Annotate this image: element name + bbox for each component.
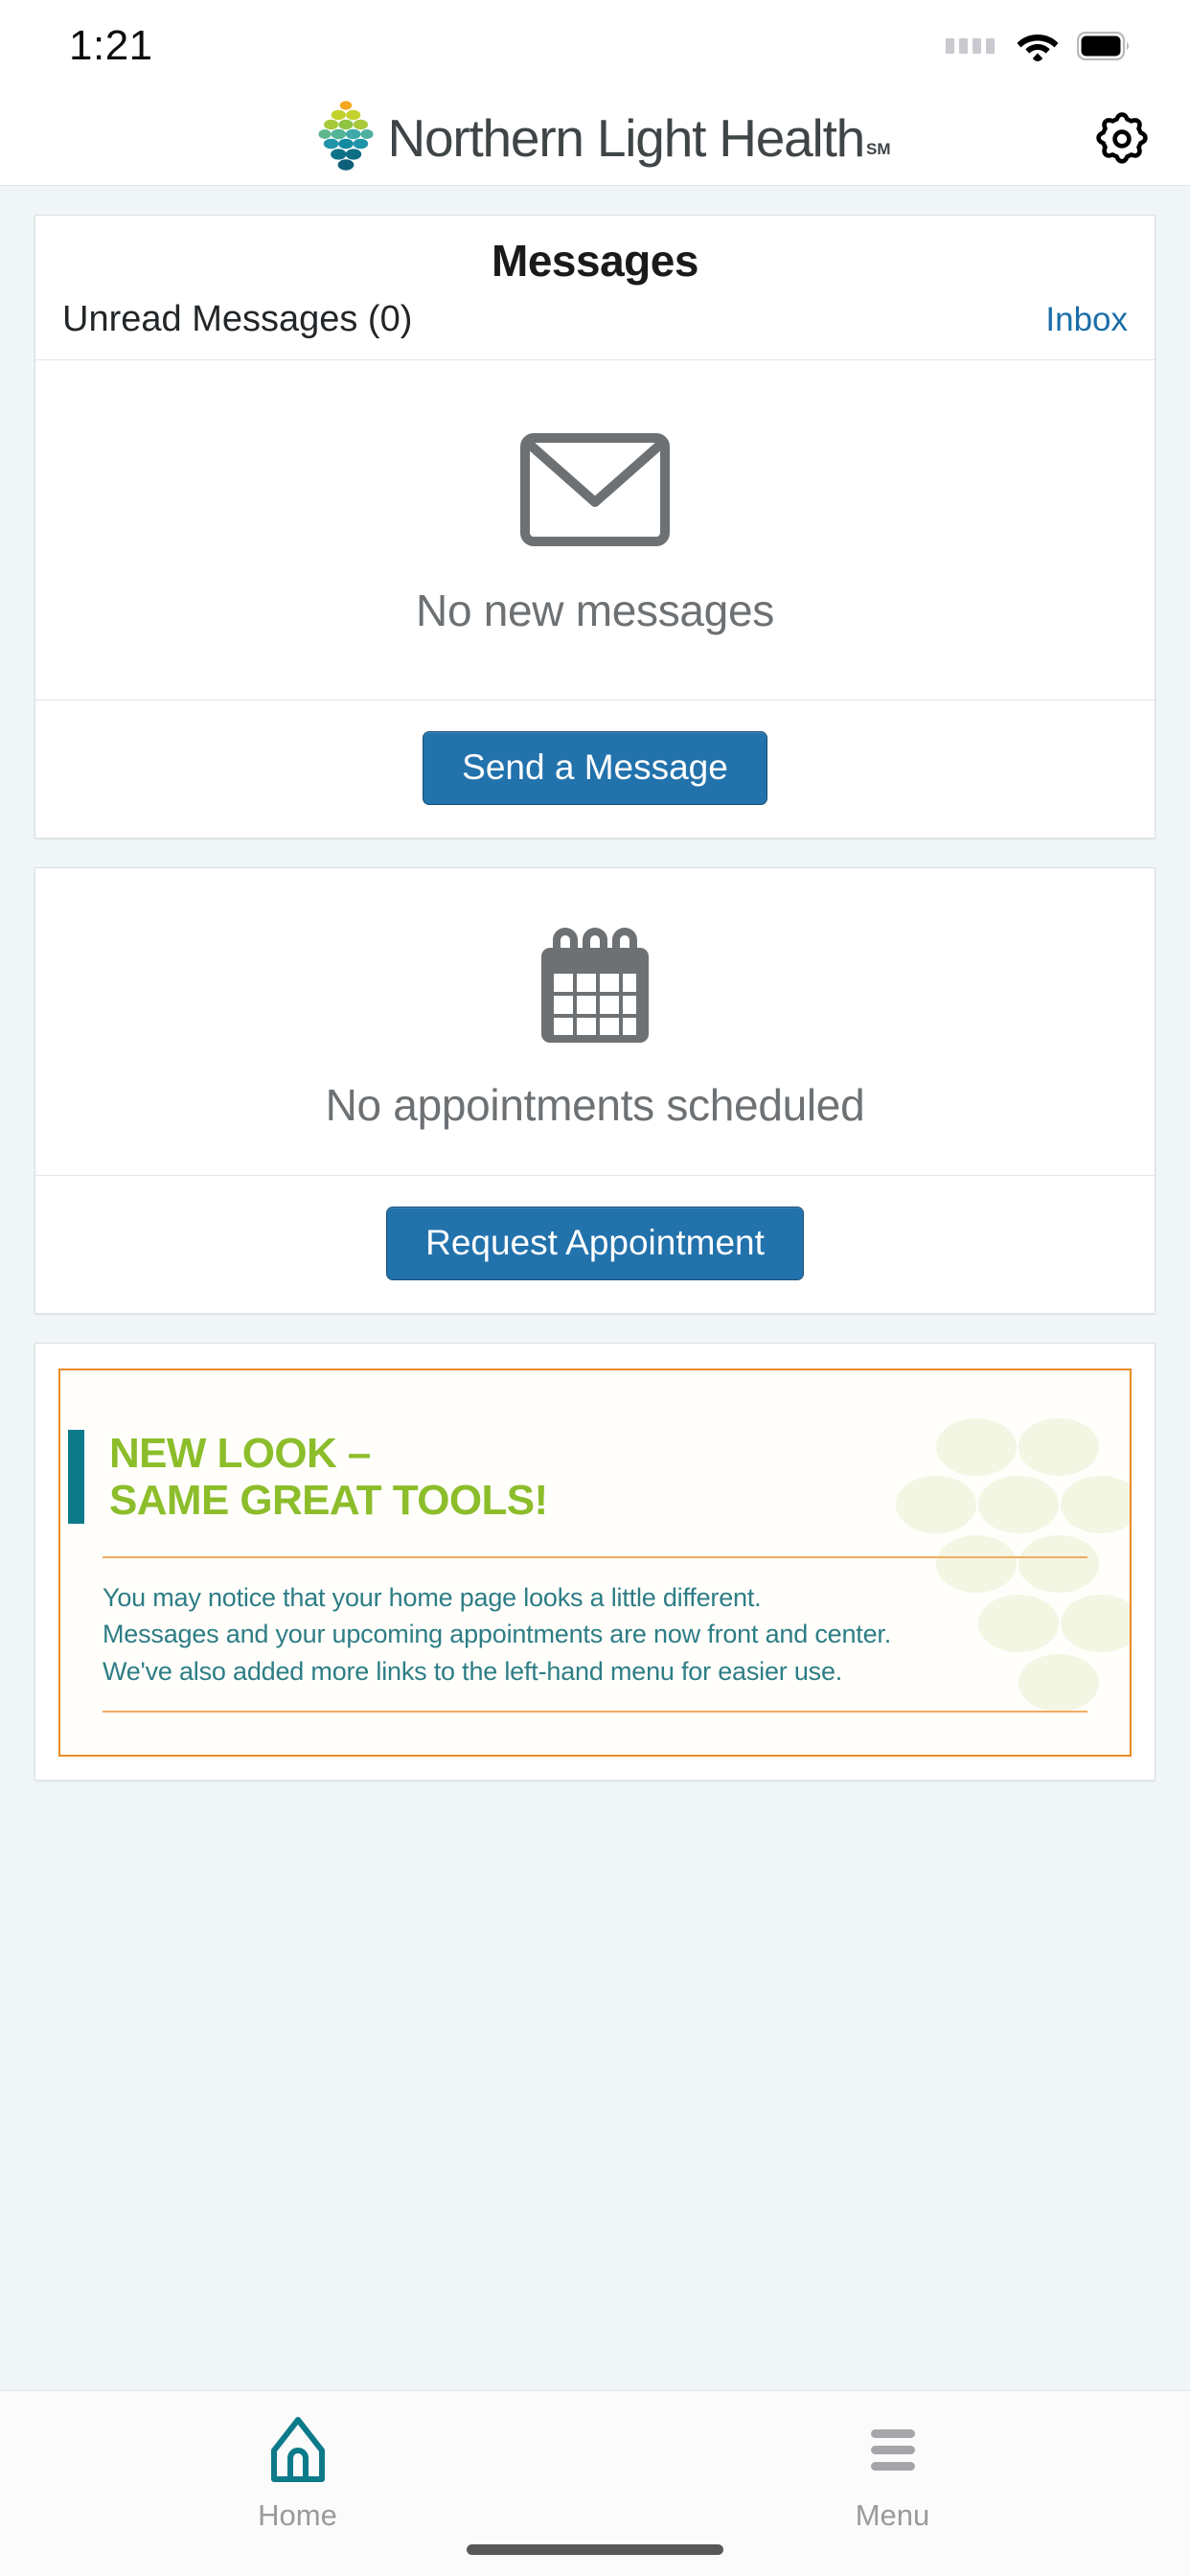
promo-banner: NEW LOOK – SAME GREAT TOOLS! You may not… [58,1368,1132,1758]
nav-item-menu-label: Menu [855,2498,930,2532]
appointments-card: No appointments scheduled Request Appoin… [34,866,1156,1314]
promo-headline: NEW LOOK – SAME GREAT TOOLS! [109,1430,548,1525]
promo-headline-line-2: SAME GREAT TOOLS! [109,1476,548,1524]
messages-title: Messages [492,236,698,286]
appointments-action-zone: Request Appointment [35,1176,1155,1313]
messages-action-zone: Send a Message [35,701,1155,838]
battery-full-icon [1077,32,1129,60]
home-icon [270,2417,325,2482]
northern-light-leaf-logo [318,100,375,171]
promo-top-rule [103,1556,1087,1559]
wifi-icon [1017,34,1059,61]
signal-dots-icon [946,38,995,54]
promo-body: You may notice that your home page looks… [60,1579,1130,1690]
request-appointment-button[interactable]: Request Appointment [386,1206,804,1280]
promo-accent-bar [68,1429,84,1525]
envelope-icon [520,432,670,546]
home-indicator-bar [467,2544,723,2555]
promo-body-line-1: You may notice that your home page looks… [103,1583,762,1613]
promo-headline-line-1: NEW LOOK – [109,1429,371,1477]
messages-card: Messages Unread Messages (0) Inbox No ne… [34,215,1156,839]
promo-headline-block: NEW LOOK – SAME GREAT TOOLS! [60,1429,1130,1525]
appointments-empty-state: No appointments scheduled [35,868,1155,1175]
brand-service-mark: SM [866,140,891,158]
bottom-navigation-bar: Home Menu [0,2390,1190,2576]
status-bar-indicators [946,30,1131,62]
promo-card: NEW LOOK – SAME GREAT TOOLS! You may not… [34,1342,1156,1782]
messages-empty-state: No new messages [35,360,1155,700]
calendar-icon [541,927,649,1043]
unread-messages-count: Unread Messages (0) [62,298,413,339]
brand-lockup: Northern Light Health SM [299,100,891,178]
inbox-link[interactable]: Inbox [1045,301,1128,339]
hamburger-menu-icon [870,2429,915,2471]
status-bar-time: 1:21 [69,22,153,69]
messages-subheader-row: Unread Messages (0) Inbox [62,299,1128,340]
nav-item-home-label: Home [258,2498,337,2532]
gear-icon [1096,111,1148,164]
brand-name: Northern Light Health SM [387,112,890,165]
promo-body-line-3: We've also added more links to the left-… [103,1656,843,1686]
promo-body-line-2: Messages and your upcoming appointments … [103,1620,891,1649]
no-new-messages-label: No new messages [416,585,774,635]
page-content: Messages Unread Messages (0) Inbox No ne… [0,186,1190,2576]
brand-name-text: Northern Light Health [387,108,865,168]
messages-card-header: Messages Unread Messages (0) Inbox [35,216,1155,359]
status-bar: 1:21 [0,0,1190,92]
no-appointments-label: No appointments scheduled [325,1079,865,1130]
settings-button[interactable] [1092,109,1152,169]
promo-bottom-rule [103,1711,1087,1714]
app-header: Northern Light Health SM [0,92,1190,186]
send-a-message-button[interactable]: Send a Message [423,730,767,805]
